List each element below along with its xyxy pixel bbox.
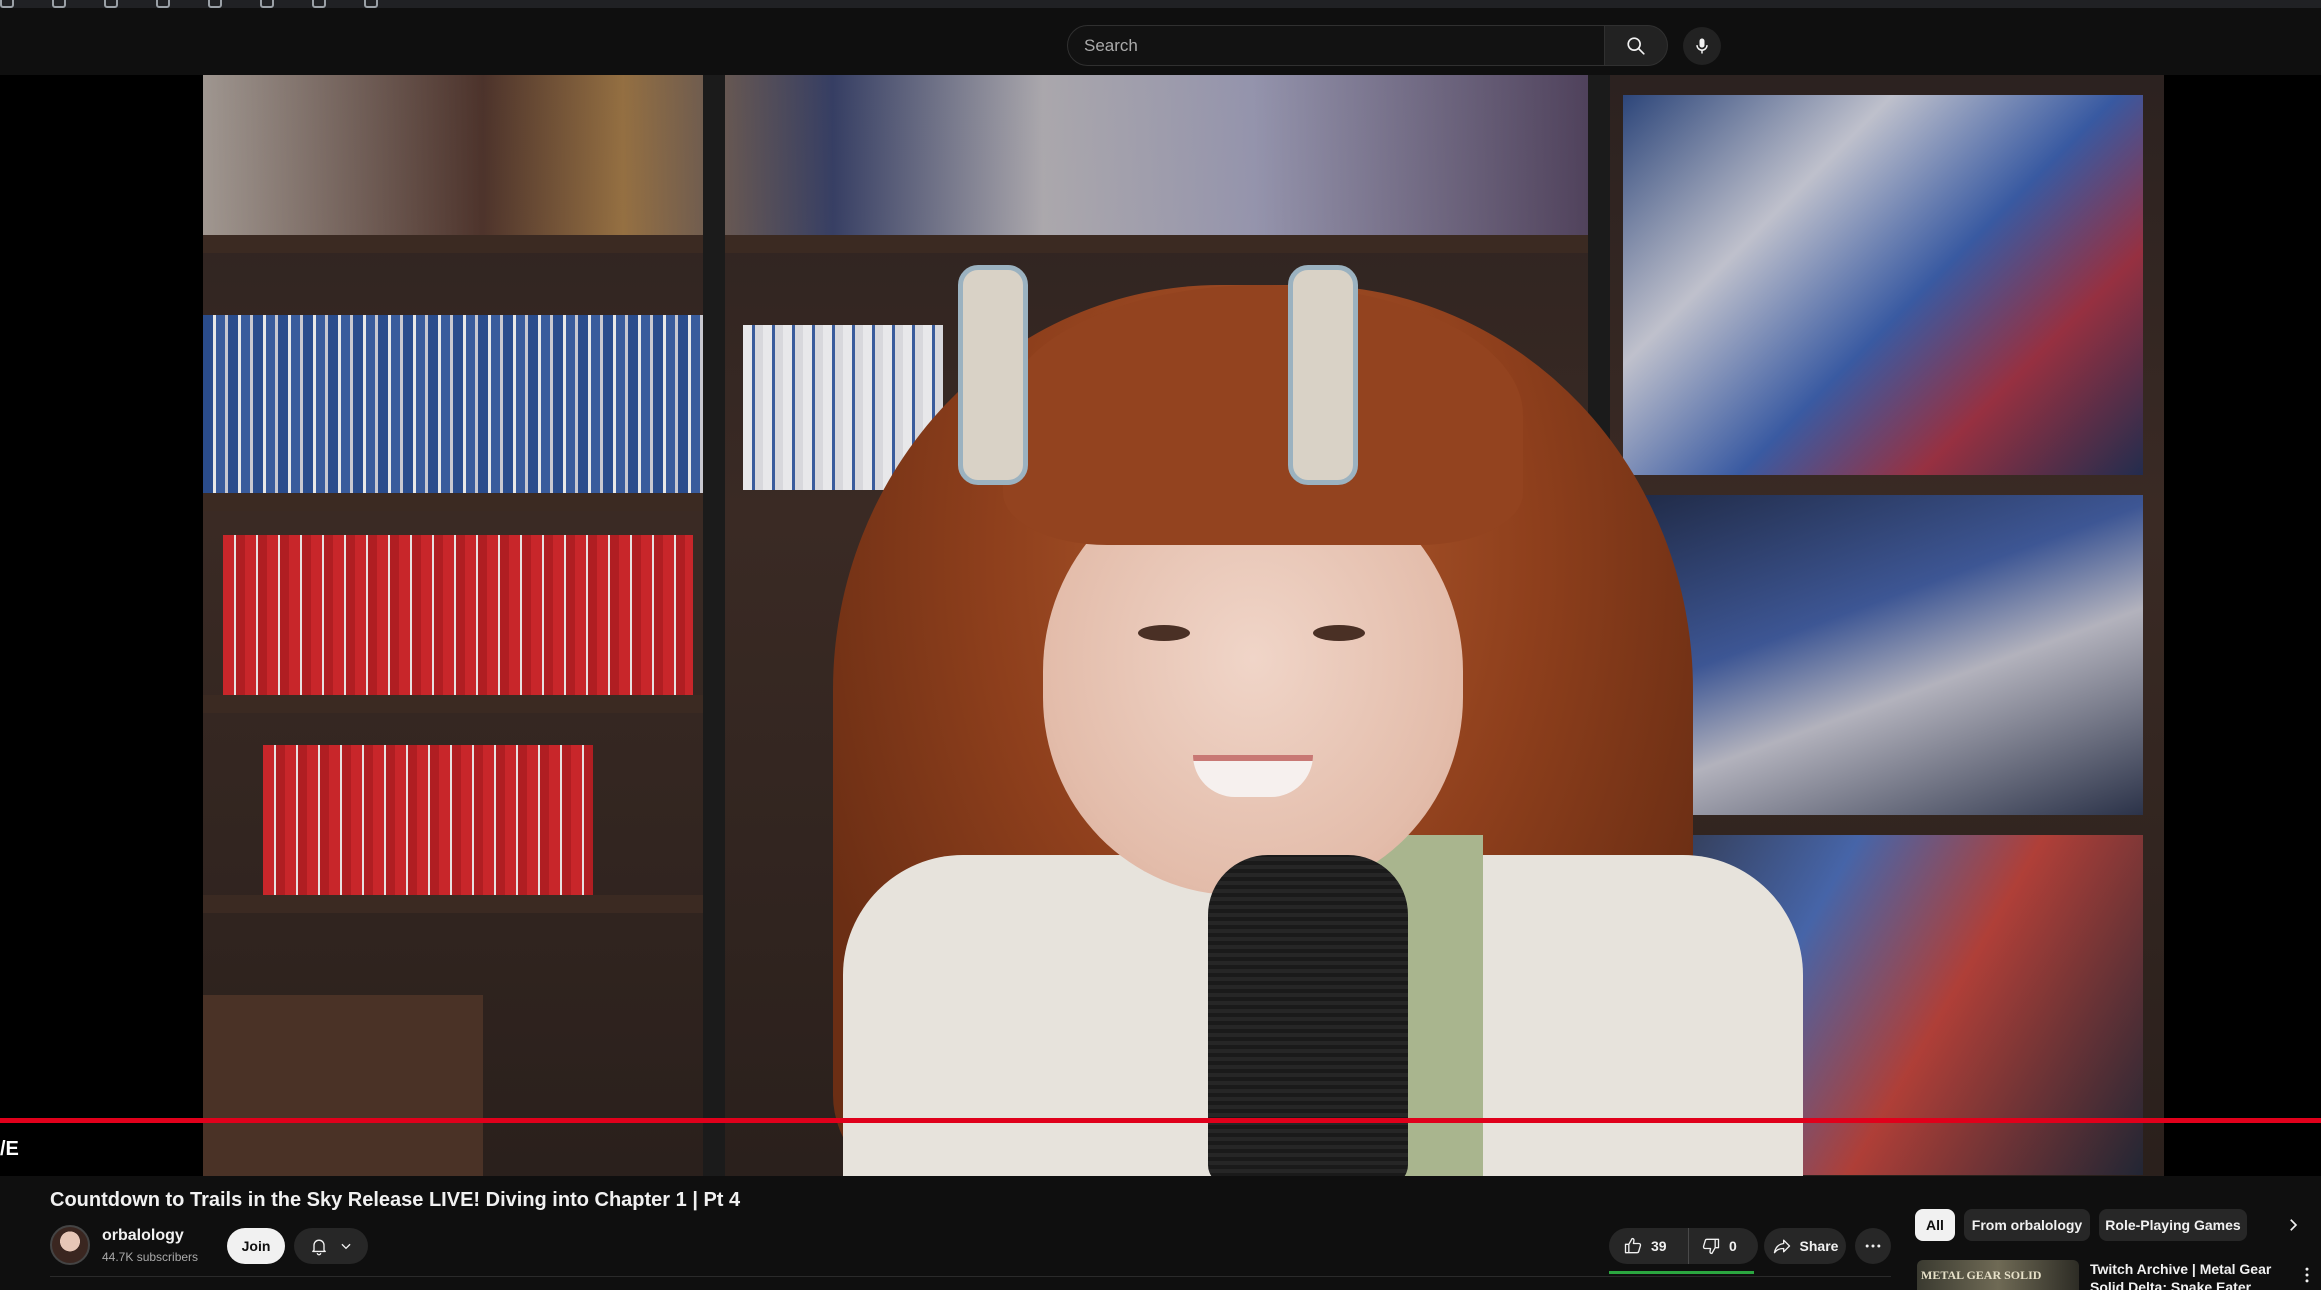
related-thumb-text: METAL GEAR SOLID — [1921, 1268, 2042, 1282]
shelf-board — [203, 493, 723, 511]
video-player[interactable]: /E — [0, 75, 2321, 1176]
bookmarks-bar — [0, 0, 2321, 8]
chip-fade — [2247, 1205, 2277, 1245]
search-button[interactable] — [1604, 25, 1668, 66]
figure-shelf-right — [1623, 95, 2143, 475]
share-icon — [1773, 1239, 1790, 1254]
top-shelf-items — [203, 75, 1603, 235]
subscriber-count: 44.7K subscribers — [102, 1250, 199, 1264]
folder-icon — [156, 0, 170, 8]
bookmark-item[interactable] — [312, 0, 326, 8]
microphone-icon — [1696, 38, 1708, 54]
bookshelf-left-red-2 — [263, 745, 593, 895]
bookshelf-left — [203, 315, 703, 495]
shelf-board — [203, 235, 1603, 253]
notifications-button[interactable] — [294, 1228, 368, 1264]
streamer-bangs — [1003, 285, 1523, 545]
microphone-prop — [1208, 855, 1408, 1176]
more-horizontal-icon — [1865, 1244, 1881, 1248]
chevron-down-icon — [341, 1243, 351, 1250]
bookmark-item[interactable] — [104, 0, 118, 8]
search-icon — [1627, 36, 1645, 55]
bookmark-item[interactable] — [0, 0, 14, 8]
right-eye — [1313, 625, 1365, 641]
voice-search-button[interactable] — [1683, 27, 1721, 65]
search-input[interactable] — [1084, 26, 1584, 65]
folder-icon — [312, 0, 326, 8]
like-button[interactable]: 39 — [1609, 1228, 1689, 1264]
chip-from-channel[interactable]: From orbalology — [1964, 1209, 2090, 1241]
bookmark-item[interactable] — [364, 0, 378, 8]
shelf-post — [703, 75, 725, 1176]
channel-avatar[interactable] — [50, 1225, 90, 1265]
hair-accessory-right — [1288, 265, 1358, 485]
bookshelf-left-red — [223, 535, 693, 695]
related-video-thumbnail[interactable]: METAL GEAR SOLID — [1917, 1260, 2079, 1290]
more-vertical-icon — [2305, 1267, 2309, 1283]
chevron-right-icon — [2290, 1219, 2298, 1231]
folder-icon — [208, 0, 222, 8]
folder-icon — [260, 0, 274, 8]
share-label: Share — [1799, 1238, 1839, 1254]
masthead — [0, 8, 2321, 75]
dislike-count: 0 — [1729, 1238, 1737, 1254]
like-dislike-group: 39 0 — [1609, 1228, 1758, 1264]
channel-name[interactable]: orbalology — [102, 1227, 184, 1245]
like-ratio-fill — [1609, 1271, 1754, 1274]
like-ratio-bar — [1609, 1271, 1754, 1274]
hair-accessory-left — [958, 265, 1028, 485]
bookmark-item[interactable] — [156, 0, 170, 8]
bookmark-item[interactable] — [208, 0, 222, 8]
video-frame[interactable] — [203, 75, 2164, 1176]
folder-icon — [0, 0, 14, 8]
video-title: Countdown to Trails in the Sky Release L… — [50, 1189, 741, 1211]
description-divider — [50, 1276, 1891, 1277]
bell-icon — [312, 1239, 326, 1256]
progress-bar[interactable] — [0, 1118, 2321, 1123]
thumbs-up-icon — [1624, 1237, 1642, 1254]
shelf-board — [203, 695, 723, 713]
desk — [203, 995, 483, 1176]
join-button[interactable]: Join — [227, 1228, 285, 1264]
share-button[interactable]: Share — [1764, 1228, 1846, 1264]
dislike-button[interactable]: 0 — [1689, 1228, 1737, 1264]
more-actions-button[interactable] — [1855, 1228, 1891, 1264]
related-video-title[interactable]: Twitch Archive | Metal Gear Solid Delta:… — [2090, 1260, 2280, 1290]
search-box — [1067, 25, 1605, 66]
folder-icon — [104, 0, 118, 8]
chip-role-playing-games[interactable]: Role-Playing Games — [2099, 1209, 2247, 1241]
mouth — [1193, 755, 1313, 797]
bookmark-item[interactable] — [260, 0, 274, 8]
left-eye — [1138, 625, 1190, 641]
chip-all[interactable]: All — [1915, 1209, 1955, 1241]
folder-icon — [52, 0, 66, 8]
folder-icon — [364, 0, 378, 8]
shelf-board — [203, 895, 723, 913]
chip-scroll-next-button[interactable] — [2279, 1211, 2307, 1239]
related-video-menu-button[interactable] — [2300, 1262, 2314, 1288]
like-count: 39 — [1651, 1238, 1667, 1254]
thumbs-down-icon — [1702, 1238, 1720, 1255]
live-indicator: /E — [0, 1138, 19, 1160]
bookmark-item[interactable] — [52, 0, 66, 8]
